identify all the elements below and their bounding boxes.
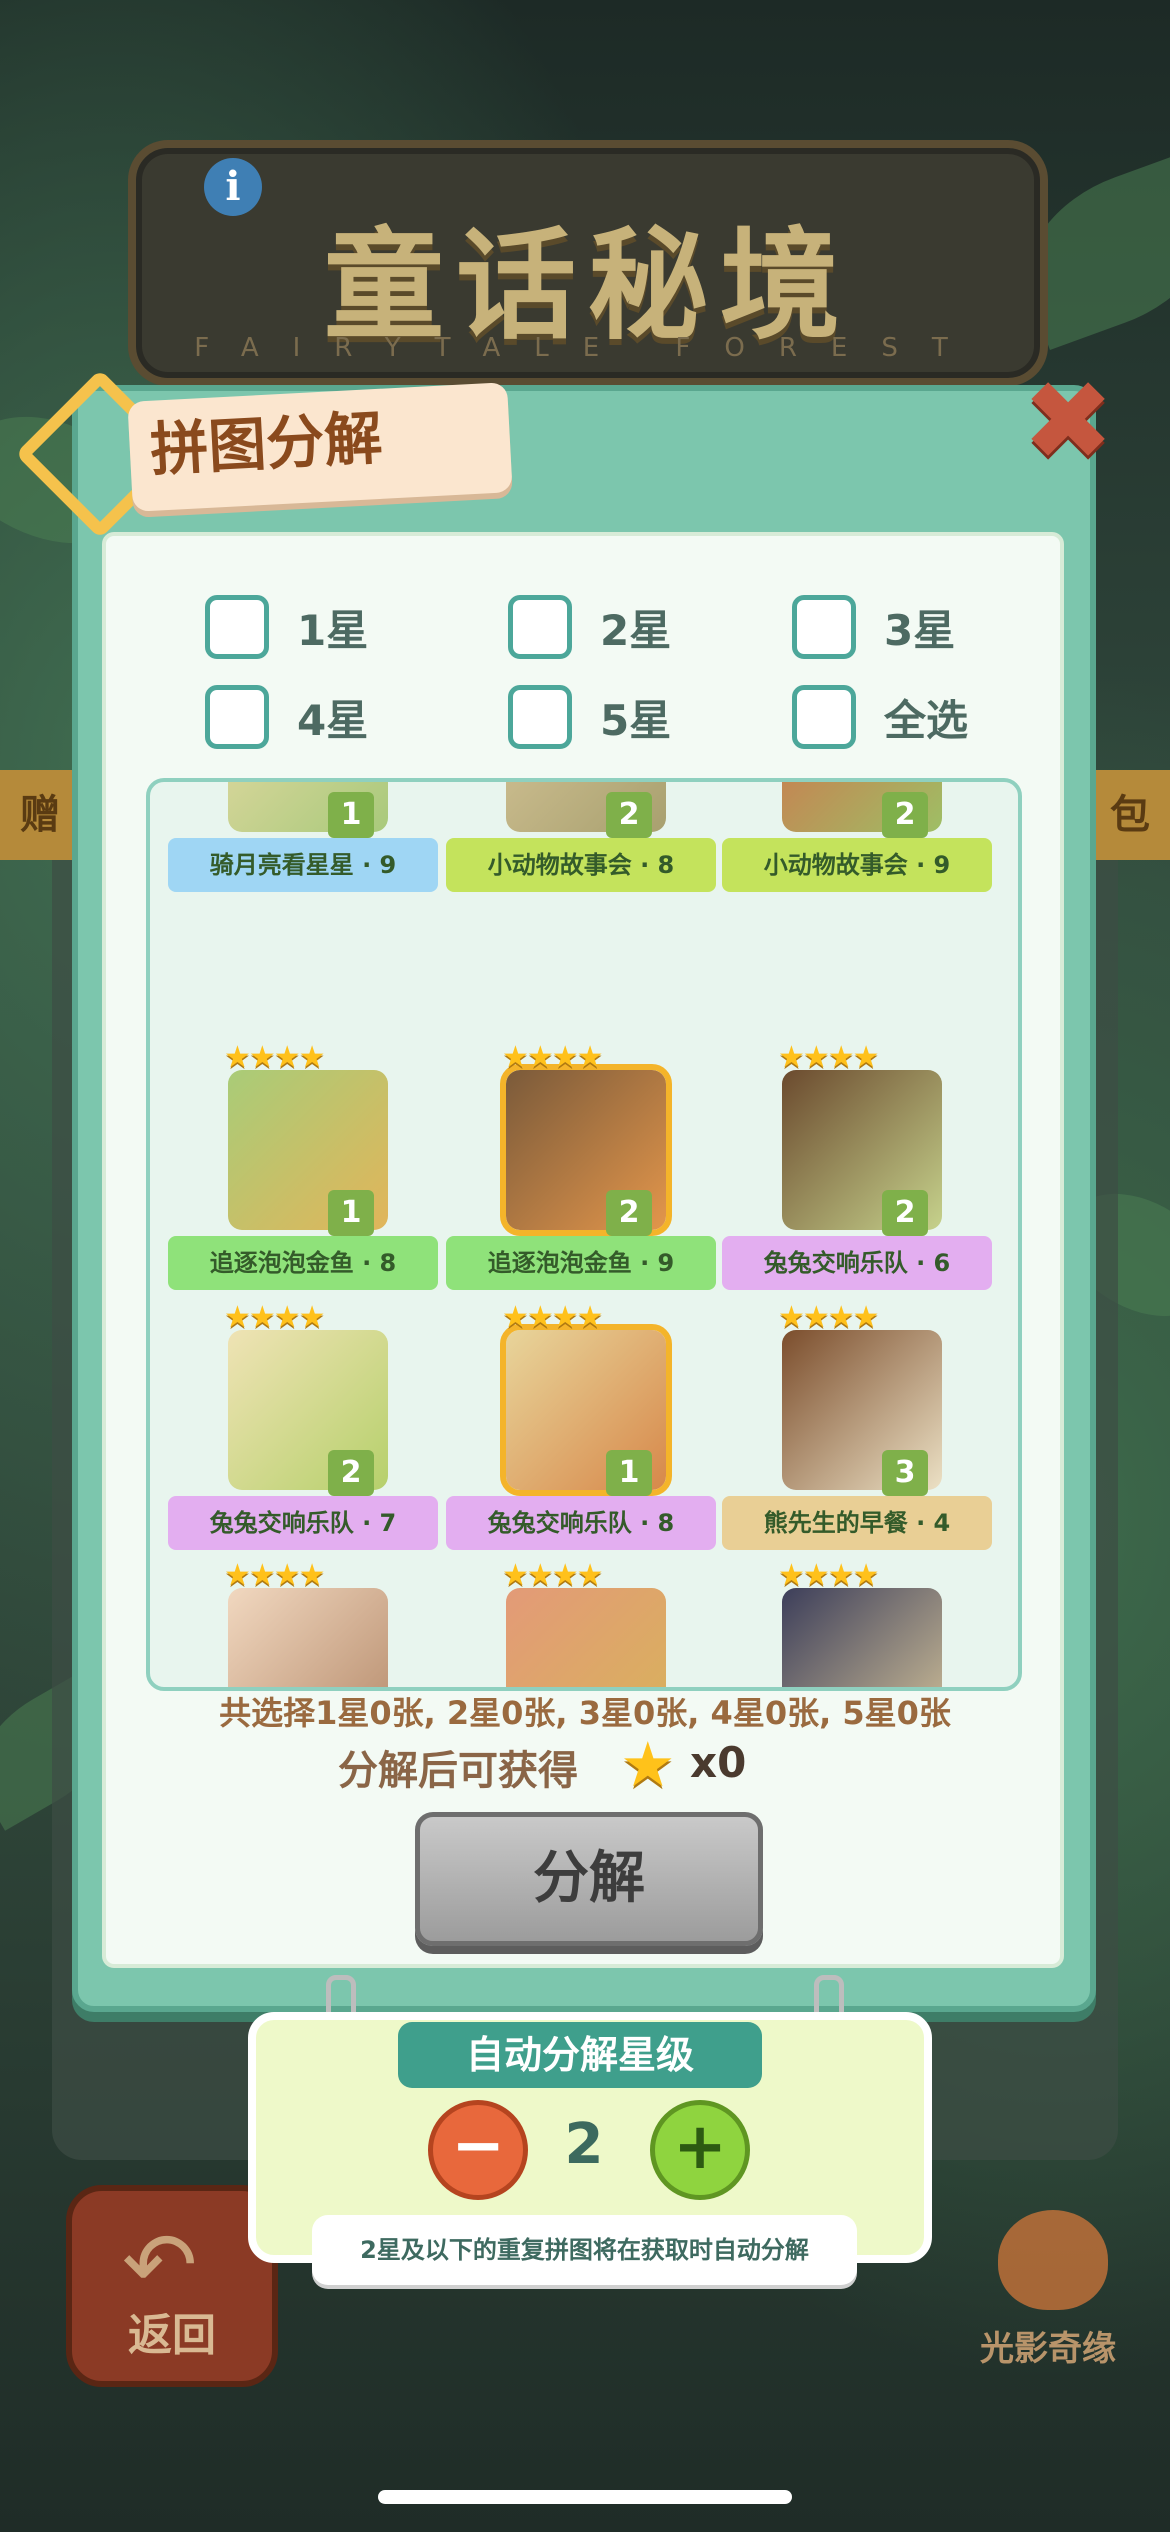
star-rating: ★★★★ xyxy=(224,1040,326,1075)
puzzle-name-ribbon: 追逐泡泡金鱼 · 8 xyxy=(168,1236,438,1290)
title-banner: 童话秘境 FAIRYTALE FOREST xyxy=(128,140,1048,386)
piece-count-badge: 2 xyxy=(882,1190,928,1236)
star-rating: ★★★★ xyxy=(224,1300,326,1335)
puzzle-card[interactable]: ★★★★ 1 兔兔交响乐队 · 8 xyxy=(446,1300,716,1558)
piece-count-badge: 2 xyxy=(328,1450,374,1496)
puzzle-card[interactable]: 2 小动物故事会 · 9 xyxy=(722,782,992,900)
star-rating: ★★★★ xyxy=(778,1558,880,1593)
puzzle-name-ribbon: 兔兔交响乐队 · 8 xyxy=(446,1496,716,1550)
home-indicator[interactable] xyxy=(378,2490,792,2504)
modal-title: 拼图分解 xyxy=(148,403,384,485)
checkbox[interactable] xyxy=(205,685,269,749)
star-icon: ★ xyxy=(620,1728,676,1801)
decrease-button[interactable]: − xyxy=(428,2100,528,2200)
filter-label: 5星 xyxy=(600,696,672,745)
side-tab-left[interactable]: 赠 xyxy=(0,770,80,860)
auto-decompose-hint: 2星及以下的重复拼图将在获取时自动分解 xyxy=(312,2215,857,2285)
puzzle-name-ribbon: 追逐泡泡金鱼 · 9 xyxy=(446,1236,716,1290)
piece-count-badge: 2 xyxy=(882,792,928,838)
filter-label: 全选 xyxy=(884,696,969,745)
piece-count-badge: 2 xyxy=(606,792,652,838)
puzzle-card[interactable]: ★★★★1小女巫下午茶 · 4 xyxy=(722,1558,992,1687)
puzzle-card[interactable]: ★★★★2熊先生的早餐 · 6 xyxy=(446,1558,716,1687)
star-rating: ★★★★ xyxy=(778,1040,880,1075)
gain-label: 分解后可获得 xyxy=(338,1748,578,1794)
puzzle-card[interactable]: ★★★★ 2 追逐泡泡金鱼 · 9 xyxy=(446,1040,716,1298)
close-icon[interactable]: ✖ xyxy=(1022,366,1114,476)
modal-header: 拼图分解 xyxy=(15,369,513,539)
mascot-icon xyxy=(998,2210,1108,2310)
puzzle-card[interactable]: ★★★★ 2 兔兔交响乐队 · 6 xyxy=(722,1040,992,1298)
checkbox[interactable] xyxy=(508,685,572,749)
increase-button[interactable]: + xyxy=(650,2100,750,2200)
puzzle-name-ribbon: 小动物故事会 · 8 xyxy=(446,838,716,892)
puzzle-name-ribbon: 兔兔交响乐队 · 7 xyxy=(168,1496,438,1550)
puzzle-card[interactable]: ★★★★ 2 兔兔交响乐队 · 7 xyxy=(168,1300,438,1558)
puzzle-card[interactable]: 1 骑月亮看星星 · 9 xyxy=(168,782,438,900)
puzzle-piece-image xyxy=(782,1588,942,1687)
puzzle-card[interactable]: ★★★★ 1 追逐泡泡金鱼 · 8 xyxy=(168,1040,438,1298)
checkbox[interactable] xyxy=(792,685,856,749)
filter-label: 3星 xyxy=(884,606,956,655)
piece-count-badge: 1 xyxy=(606,1450,652,1496)
side-tab-right[interactable]: 包 xyxy=(1090,770,1170,860)
brand-label: 光影奇缘 xyxy=(980,2329,1116,2369)
star-rating: ★★★★ xyxy=(502,1040,604,1075)
piece-count-badge: 1 xyxy=(328,1190,374,1236)
checkbox[interactable] xyxy=(205,595,269,659)
filter-label: 1星 xyxy=(297,606,369,655)
auto-decompose-title: 自动分解星级 xyxy=(398,2022,762,2088)
puzzle-card[interactable]: 2 小动物故事会 · 8 xyxy=(446,782,716,900)
auto-level-value: 2 xyxy=(564,2112,604,2177)
star-rating: ★★★★ xyxy=(502,1558,604,1593)
piece-count-badge: 2 xyxy=(606,1190,652,1236)
star-rating: ★★★★ xyxy=(224,1558,326,1593)
star-rating: ★★★★ xyxy=(778,1300,880,1335)
puzzle-name-ribbon: 小动物故事会 · 9 xyxy=(722,838,992,892)
back-button[interactable]: ↶ 返回 xyxy=(66,2185,278,2387)
puzzle-card[interactable]: ★★★★ 3 熊先生的早餐 · 4 xyxy=(722,1300,992,1558)
filter-label: 2星 xyxy=(600,606,672,655)
puzzle-card[interactable]: ★★★★5熊先生的早餐 · 5 xyxy=(168,1558,438,1687)
puzzle-name-ribbon: 兔兔交响乐队 · 6 xyxy=(722,1236,992,1290)
piece-count-badge: 1 xyxy=(328,792,374,838)
checkbox[interactable] xyxy=(508,595,572,659)
puzzle-grid[interactable]: 1 骑月亮看星星 · 9 2 小动物故事会 · 8 2 小动物故事会 · 9 ★★★★ 1 追逐… xyxy=(146,778,1022,1691)
puzzle-piece-image xyxy=(228,1588,388,1687)
puzzle-name-ribbon: 熊先生的早餐 · 4 xyxy=(722,1496,992,1550)
piece-count-badge: 3 xyxy=(882,1450,928,1496)
brand-logo: 光影奇缘 xyxy=(948,2210,1148,2370)
gain-value: x0 xyxy=(690,1738,747,1787)
checkbox[interactable] xyxy=(792,595,856,659)
filter-label: 4星 xyxy=(297,696,369,745)
info-icon[interactable]: i xyxy=(204,158,262,216)
selection-summary: 共选择1星0张, 2星0张, 3星0张, 4星0张, 5星0张 xyxy=(219,1694,951,1732)
puzzle-name-ribbon: 骑月亮看星星 · 9 xyxy=(168,838,438,892)
star-rating: ★★★★ xyxy=(502,1300,604,1335)
puzzle-piece-image xyxy=(506,1588,666,1687)
back-label: 返回 xyxy=(128,2310,216,2361)
banner-subtitle: FAIRYTALE FOREST xyxy=(194,333,982,363)
decompose-button[interactable]: 分解 xyxy=(415,1812,763,1946)
